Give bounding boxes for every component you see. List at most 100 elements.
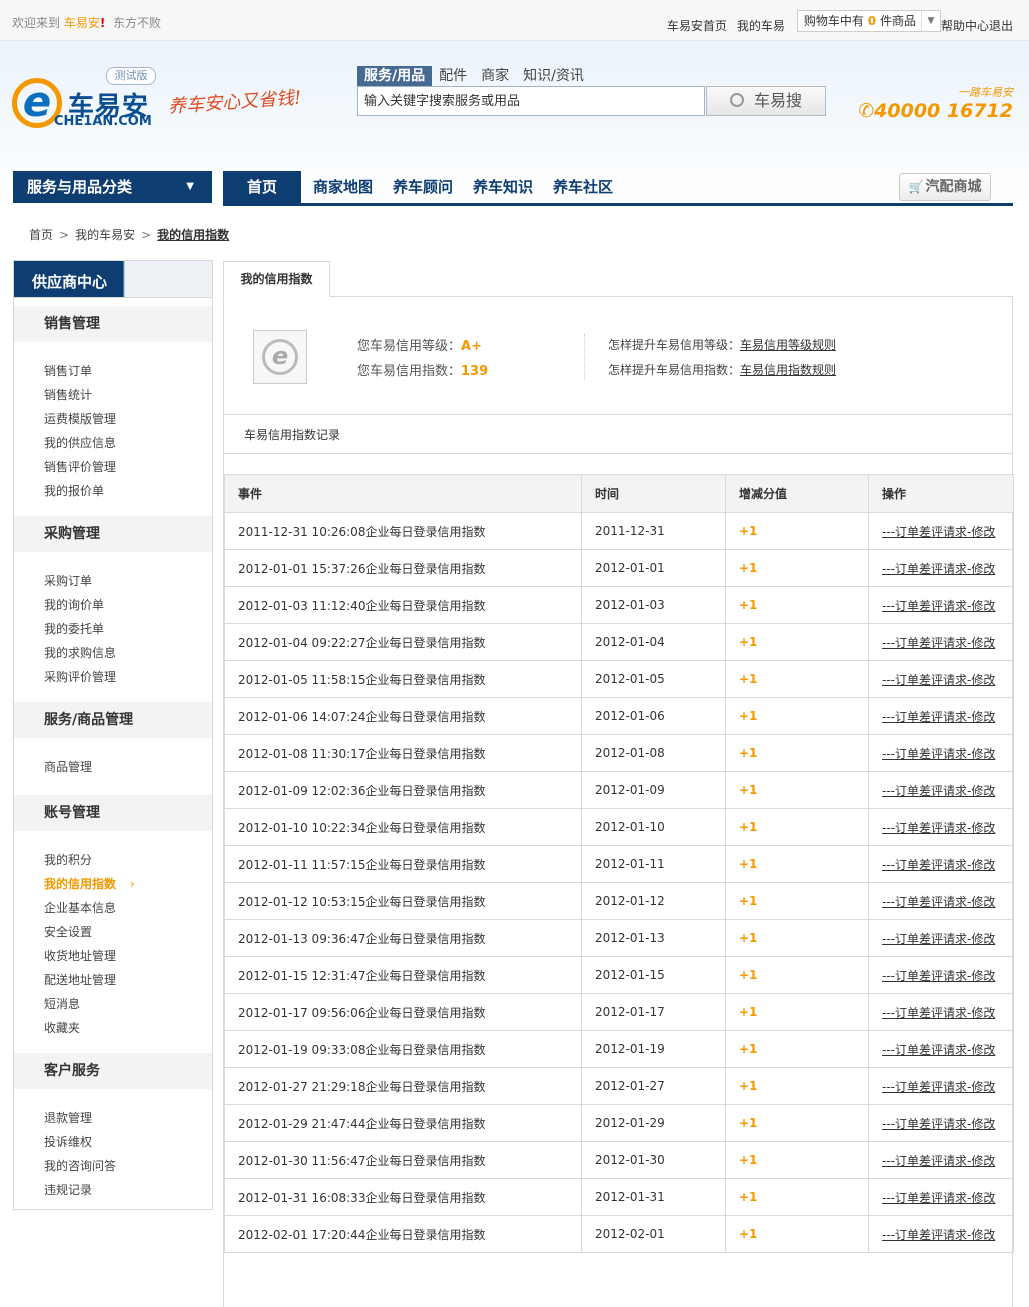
nav-car-advisor[interactable]: 养车顾问 bbox=[393, 171, 453, 203]
record-action-link[interactable]: ---订单差评请求-修改 bbox=[882, 1006, 995, 1020]
sidebar-item-points[interactable]: 我的积分 bbox=[44, 851, 92, 868]
record-time: 2012-01-15 bbox=[581, 956, 726, 994]
table-row: 2012-01-05 11:58:15企业每日登录信用指数 2012-01-05 +… bbox=[224, 660, 1014, 698]
sidebar-header: 供应商中心 bbox=[13, 260, 213, 298]
divider bbox=[584, 334, 586, 380]
record-action-link[interactable]: ---订单差评请求-修改 bbox=[882, 932, 995, 946]
record-action-link[interactable]: ---订单差评请求-修改 bbox=[882, 710, 995, 724]
sidebar-section-products[interactable]: 服务/商品管理 bbox=[14, 702, 212, 738]
sidebar-item-messages[interactable]: 短消息 bbox=[44, 995, 80, 1012]
hotline-tagline: 一路车易安 bbox=[958, 86, 1013, 99]
search-tab-parts[interactable]: 配件 bbox=[432, 66, 474, 86]
record-action-link[interactable]: ---订单差评请求-修改 bbox=[882, 1191, 995, 1205]
record-action-link[interactable]: ---订单差评请求-修改 bbox=[882, 599, 995, 613]
sidebar-section-customer-service[interactable]: 客户服务 bbox=[14, 1053, 212, 1089]
record-time: 2012-01-10 bbox=[581, 808, 726, 846]
search-tab-merchants[interactable]: 商家 bbox=[474, 66, 516, 86]
search-button[interactable]: 车易搜 bbox=[706, 86, 826, 116]
record-time: 2012-01-17 bbox=[581, 993, 726, 1031]
record-action-link[interactable]: ---订单差评请求-修改 bbox=[882, 1080, 995, 1094]
credit-index: 您车易信用指数：139 bbox=[357, 360, 488, 379]
sidebar-item-consultations[interactable]: 我的咨询问答 bbox=[44, 1157, 116, 1174]
sidebar-item-delivery-address[interactable]: 配送地址管理 bbox=[44, 971, 116, 988]
search-tab-knowledge[interactable]: 知识/资讯 bbox=[516, 66, 591, 86]
sidebar-item-quotes[interactable]: 我的报价单 bbox=[44, 482, 104, 499]
sidebar-item-violations[interactable]: 违规记录 bbox=[44, 1181, 92, 1198]
record-action-link[interactable]: ---订单差评请求-修改 bbox=[882, 1154, 995, 1168]
sidebar-item-security[interactable]: 安全设置 bbox=[44, 923, 92, 940]
sidebar-item-commissions[interactable]: 我的委托单 bbox=[44, 620, 104, 637]
sidebar-item-refunds[interactable]: 退款管理 bbox=[44, 1109, 92, 1126]
sidebar-item-wanted[interactable]: 我的求购信息 bbox=[44, 644, 116, 661]
record-action-link[interactable]: ---订单差评请求-修改 bbox=[882, 1043, 995, 1057]
help-link[interactable]: 帮助中心 bbox=[941, 17, 989, 34]
parts-mall-button[interactable]: 🛒 汽配商城 bbox=[899, 173, 991, 201]
search-tab-services[interactable]: 服务/用品 bbox=[357, 66, 433, 86]
record-score: +1 bbox=[725, 1141, 869, 1179]
record-score: +1 bbox=[725, 1030, 869, 1068]
credit-records-table: 事件 时间 增减分值 操作 2011-12-31 10:26:08企业每日登录信… bbox=[224, 474, 1014, 1253]
search-input[interactable]: 输入关键字搜索服务或用品 bbox=[357, 86, 705, 116]
sidebar-item-inquiries[interactable]: 我的询价单 bbox=[44, 596, 104, 613]
category-menu-button[interactable]: 服务与用品分类 ▼ bbox=[13, 171, 212, 203]
sidebar-section-account[interactable]: 账号管理 bbox=[14, 795, 212, 831]
index-rules-link[interactable]: 车易信用指数规则 bbox=[740, 363, 836, 377]
sidebar-item-sales-reviews[interactable]: 销售评价管理 bbox=[44, 458, 116, 475]
logout-link[interactable]: 退出 bbox=[989, 17, 1013, 34]
breadcrumb-my-account[interactable]: 我的车易安 bbox=[75, 228, 135, 242]
record-action-link[interactable]: ---订单差评请求-修改 bbox=[882, 895, 995, 909]
table-row: 2012-01-15 12:31:47企业每日登录信用指数 2012-01-15 +… bbox=[224, 956, 1014, 994]
nav-car-knowledge[interactable]: 养车知识 bbox=[473, 171, 533, 203]
sidebar-item-complaints[interactable]: 投诉维权 bbox=[44, 1133, 92, 1150]
sidebar-item-supply-info[interactable]: 我的供应信息 bbox=[44, 434, 116, 451]
table-row: 2012-01-03 11:12:40企业每日登录信用指数 2012-01-03 +… bbox=[224, 586, 1014, 624]
sidebar-section-sales[interactable]: 销售管理 bbox=[14, 306, 212, 342]
record-action-link[interactable]: ---订单差评请求-修改 bbox=[882, 673, 995, 687]
record-action: ---订单差评请求-修改 bbox=[868, 660, 1014, 698]
record-action-link[interactable]: ---订单差评请求-修改 bbox=[882, 858, 995, 872]
sidebar-item-sales-stats[interactable]: 销售统计 bbox=[44, 386, 92, 403]
record-event: 2012-01-04 09:22:27企业每日登录信用指数 bbox=[224, 623, 582, 661]
how-index-label: 怎样提升车易信用指数： bbox=[608, 363, 741, 377]
table-row: 2012-01-31 16:08:33企业每日登录信用指数 2012-01-31 +… bbox=[224, 1178, 1014, 1216]
record-action: ---订单差评请求-修改 bbox=[868, 1178, 1014, 1216]
my-account-link[interactable]: 我的车易 bbox=[737, 17, 785, 34]
sidebar-item-shipping-templates[interactable]: 运费模版管理 bbox=[44, 410, 116, 427]
cart-dropdown[interactable]: 购物车中有 0 件商品 ▼ bbox=[796, 10, 941, 32]
tab-credit-index[interactable]: 我的信用指数 bbox=[223, 261, 330, 297]
sidebar-item-label: 我的信用指数 bbox=[44, 877, 117, 891]
level-rules-link[interactable]: 车易信用等级规则 bbox=[740, 338, 836, 352]
record-score: +1 bbox=[725, 697, 869, 735]
home-link[interactable]: 车易安首页 bbox=[667, 17, 727, 34]
sidebar-item-credit-index[interactable]: 我的信用指数 › bbox=[44, 875, 135, 892]
breadcrumb: 首页 > 我的车易安 > 我的信用指数 bbox=[29, 228, 230, 242]
record-action-link[interactable]: ---订单差评请求-修改 bbox=[882, 784, 995, 798]
breadcrumb-home[interactable]: 首页 bbox=[29, 228, 53, 242]
sidebar-item-purchase-reviews[interactable]: 采购评价管理 bbox=[44, 668, 116, 685]
record-time: 2012-01-11 bbox=[581, 845, 726, 883]
record-action-link[interactable]: ---订单差评请求-修改 bbox=[882, 969, 995, 983]
sidebar-item-company-info[interactable]: 企业基本信息 bbox=[44, 899, 116, 916]
record-action-link[interactable]: ---订单差评请求-修改 bbox=[882, 1117, 995, 1131]
sidebar-item-purchase-orders[interactable]: 采购订单 bbox=[44, 572, 92, 589]
sidebar-item-favorites[interactable]: 收藏夹 bbox=[44, 1019, 80, 1036]
record-action-link[interactable]: ---订单差评请求-修改 bbox=[882, 636, 995, 650]
brand-link[interactable]: 车易安! bbox=[64, 16, 106, 30]
sidebar-item-sales-orders[interactable]: 销售订单 bbox=[44, 362, 92, 379]
nav-merchant-map[interactable]: 商家地图 bbox=[313, 171, 373, 203]
record-action-link[interactable]: ---订单差评请求-修改 bbox=[882, 747, 995, 761]
record-action-link[interactable]: ---订单差评请求-修改 bbox=[882, 1228, 995, 1242]
record-score: +1 bbox=[725, 549, 869, 587]
sidebar-section-purchasing[interactable]: 采购管理 bbox=[14, 516, 212, 552]
chevron-down-icon[interactable]: ▼ bbox=[920, 11, 940, 31]
record-action-link[interactable]: ---订单差评请求-修改 bbox=[882, 562, 995, 576]
record-action-link[interactable]: ---订单差评请求-修改 bbox=[882, 525, 995, 539]
sidebar-item-product-management[interactable]: 商品管理 bbox=[44, 758, 92, 775]
record-action-link[interactable]: ---订单差评请求-修改 bbox=[882, 821, 995, 835]
nav-home[interactable]: 首页 bbox=[223, 171, 301, 203]
how-index: 怎样提升车易信用指数：车易信用指数规则 bbox=[608, 361, 836, 378]
record-event: 2012-01-30 11:56:47企业每日登录信用指数 bbox=[224, 1141, 582, 1179]
nav-community[interactable]: 养车社区 bbox=[553, 171, 613, 203]
sidebar-item-receiving-address[interactable]: 收货地址管理 bbox=[44, 947, 116, 964]
table-row: 2012-01-29 21:47:44企业每日登录信用指数 2012-01-29 +… bbox=[224, 1104, 1014, 1142]
